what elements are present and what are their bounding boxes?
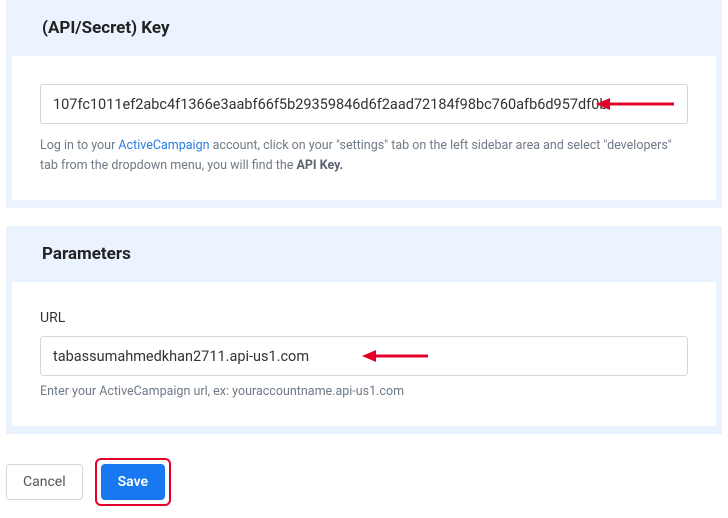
api-key-title: (API/Secret) Key — [42, 18, 686, 38]
url-input-wrap — [40, 336, 688, 376]
url-help: Enter your ActiveCampaign url, ex: youra… — [40, 382, 688, 402]
api-key-body: Log in to your ActiveCampaign account, c… — [12, 56, 716, 200]
url-label: URL — [40, 310, 688, 326]
parameters-header: Parameters — [6, 226, 722, 282]
api-key-help-bold: API Key. — [296, 158, 343, 173]
api-key-help: Log in to your ActiveCampaign account, c… — [40, 136, 688, 176]
cancel-button[interactable]: Cancel — [6, 464, 83, 500]
url-input[interactable] — [40, 336, 688, 376]
parameters-panel: Parameters URL Enter your ActiveCampaign… — [6, 226, 722, 434]
api-key-input[interactable] — [40, 84, 688, 124]
parameters-title: Parameters — [42, 244, 686, 264]
save-highlight-annotation: Save — [95, 458, 171, 506]
save-button[interactable]: Save — [101, 464, 165, 500]
parameters-body: URL Enter your ActiveCampaign url, ex: y… — [12, 282, 716, 426]
api-key-help-pre: Log in to your — [40, 138, 118, 153]
api-key-input-wrap — [40, 84, 688, 124]
api-key-header: (API/Secret) Key — [6, 0, 722, 56]
form-footer: Cancel Save — [0, 452, 728, 518]
activecampaign-link[interactable]: ActiveCampaign — [118, 138, 209, 153]
api-key-panel: (API/Secret) Key Log in to your ActiveCa… — [6, 0, 722, 208]
